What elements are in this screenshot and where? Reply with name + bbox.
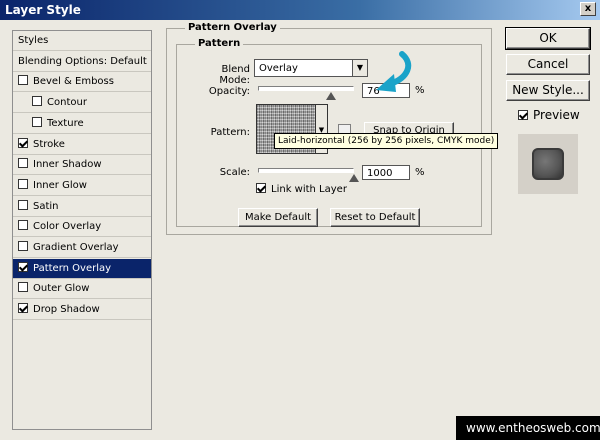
scale-unit: %	[415, 167, 425, 178]
style-item-pattern-overlay[interactable]: Pattern Overlay	[13, 258, 151, 279]
link-with-layer-checkbox[interactable]: Link with Layer	[256, 183, 347, 195]
checkbox-icon[interactable]	[32, 96, 42, 107]
style-item-label: Outer Glow	[33, 283, 90, 295]
preview-checkbox[interactable]: Preview	[518, 108, 580, 122]
cancel-button[interactable]: Cancel	[506, 54, 590, 75]
checkbox-icon[interactable]	[18, 220, 28, 231]
preview-label: Preview	[533, 108, 580, 122]
make-default-button[interactable]: Make Default	[238, 208, 318, 227]
link-with-layer-label: Link with Layer	[271, 184, 347, 195]
style-item-color-overlay[interactable]: Color Overlay	[13, 217, 151, 238]
pattern-label: Pattern:	[210, 127, 250, 138]
section-title: Pattern Overlay	[185, 22, 280, 33]
checkbox-icon[interactable]	[18, 282, 28, 293]
chevron-down-icon: ▼	[352, 60, 367, 76]
style-item-label: Drop Shadow	[33, 304, 100, 316]
preview-check-icon	[518, 110, 528, 120]
checkbox-icon[interactable]	[18, 137, 28, 148]
ok-button[interactable]: OK	[505, 27, 591, 50]
checkbox-icon[interactable]	[18, 241, 28, 251]
link-with-layer-check-icon	[256, 183, 266, 193]
reset-to-default-button[interactable]: Reset to Default	[330, 208, 420, 227]
window-title: Layer Style	[5, 3, 81, 17]
layer-style-dialog: Styles Blending Options: Default Bevel & E…	[0, 20, 600, 440]
style-item-blending-options-default[interactable]: Blending Options: Default	[13, 52, 151, 72]
style-item-label: Bevel & Emboss	[33, 76, 114, 88]
group-title: Pattern	[195, 38, 244, 49]
scale-slider-thumb[interactable]	[349, 174, 359, 182]
style-item-inner-shadow[interactable]: Inner Shadow	[13, 155, 151, 176]
style-item-satin[interactable]: Satin	[13, 197, 151, 217]
checkbox-icon[interactable]	[18, 75, 28, 86]
style-item-inner-glow[interactable]: Inner Glow	[13, 176, 151, 196]
style-item-label: Gradient Overlay	[33, 242, 119, 253]
style-item-label: Satin	[33, 200, 59, 212]
style-item-label: Pattern Overlay	[33, 262, 112, 274]
style-item-label: Styles	[18, 35, 49, 46]
pattern-tooltip: Laid-horizontal (256 by 256 pixels, CMYK…	[274, 133, 499, 149]
close-button[interactable]: x	[580, 2, 596, 16]
annotation-arrow-icon	[376, 51, 412, 92]
scale-input[interactable]: 1000	[362, 165, 410, 180]
style-item-label: Inner Shadow	[33, 159, 102, 171]
watermark: www.entheosweb.com	[456, 416, 600, 440]
opacity-label: Opacity:	[208, 86, 250, 97]
scale-label: Scale:	[219, 167, 250, 178]
style-item-label: Texture	[47, 117, 84, 129]
style-item-stroke[interactable]: Stroke	[13, 135, 151, 155]
blend-mode-value: Overlay	[259, 63, 298, 74]
preview-thumbnail	[532, 148, 564, 180]
style-item-gradient-overlay[interactable]: Gradient Overlay	[13, 238, 151, 258]
opacity-slider-thumb[interactable]	[325, 92, 336, 100]
style-item-outer-glow[interactable]: Outer Glow	[13, 279, 151, 300]
checkbox-icon[interactable]	[18, 158, 28, 169]
style-item-styles[interactable]: Styles	[13, 31, 151, 51]
checkbox-icon[interactable]	[18, 303, 28, 314]
style-item-texture[interactable]: Texture	[13, 114, 151, 134]
checkbox-icon[interactable]	[18, 178, 28, 189]
opacity-slider-track[interactable]	[258, 86, 354, 91]
style-item-drop-shadow[interactable]: Drop Shadow	[13, 300, 151, 321]
window-titlebar: Layer Style x	[0, 0, 600, 20]
style-item-label: Contour	[47, 97, 87, 109]
scale-slider-track[interactable]	[258, 168, 354, 173]
style-item-bevel-emboss[interactable]: Bevel & Emboss	[13, 72, 151, 93]
style-item-contour[interactable]: Contour	[13, 93, 151, 114]
style-item-label: Inner Glow	[33, 179, 87, 191]
style-item-label: Blending Options: Default	[18, 55, 147, 67]
new-style-button[interactable]: New Style...	[506, 80, 590, 101]
style-item-label: Color Overlay	[33, 221, 102, 233]
style-item-label: Stroke	[33, 138, 65, 150]
checkbox-icon[interactable]	[18, 199, 28, 210]
style-preview	[518, 134, 578, 194]
style-list: Styles Blending Options: Default Bevel & E…	[12, 30, 152, 430]
checkbox-icon[interactable]	[32, 116, 42, 127]
checkbox-icon[interactable]	[18, 261, 28, 272]
blend-mode-select[interactable]: Overlay ▼	[254, 59, 368, 77]
blend-mode-label: Blend Mode:	[219, 64, 250, 86]
